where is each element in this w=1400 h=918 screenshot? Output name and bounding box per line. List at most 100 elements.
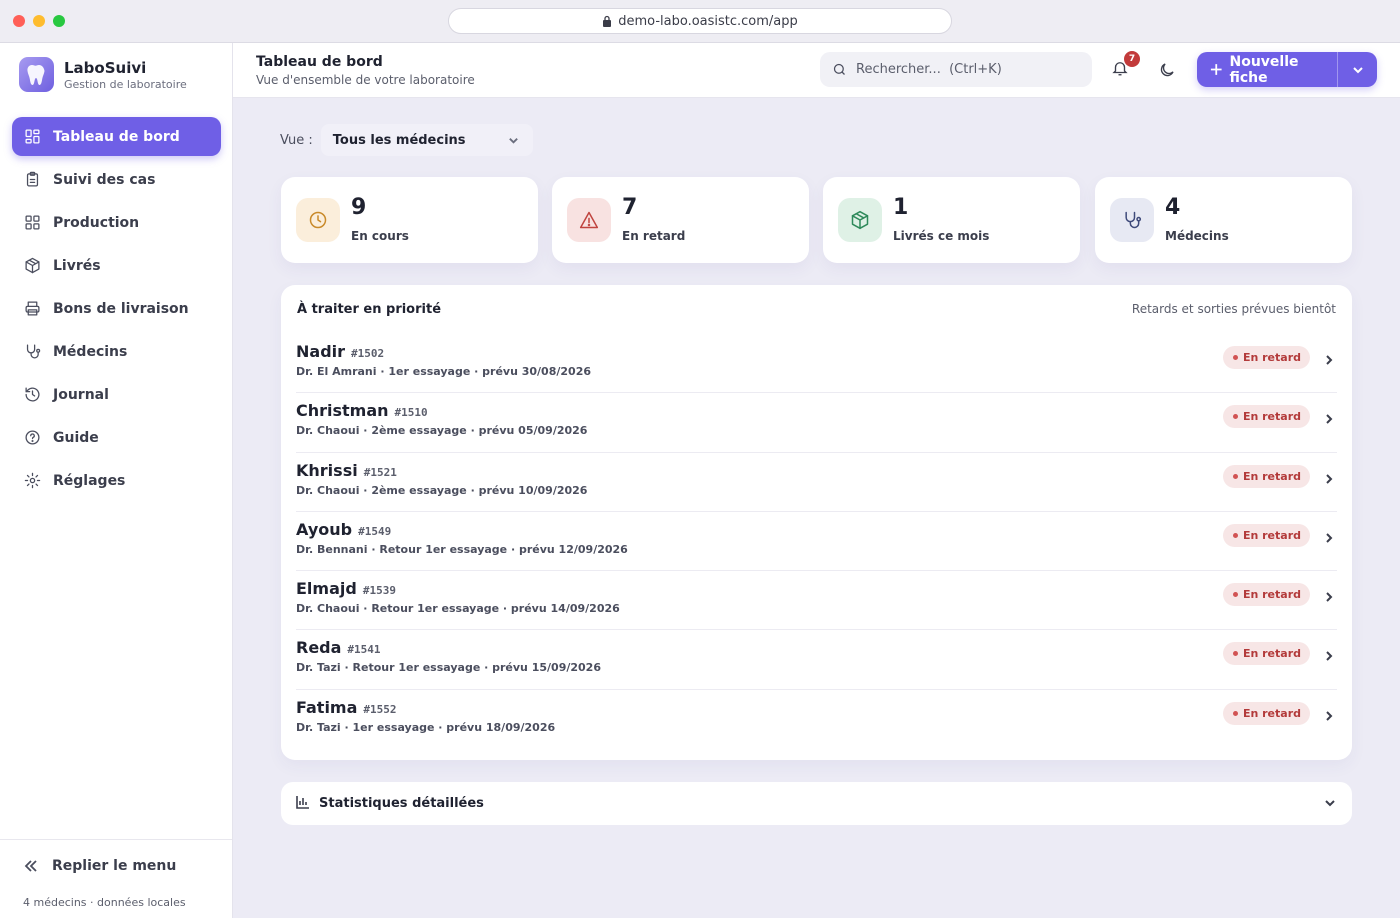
patient-name: Khrissi	[296, 460, 358, 480]
case-id: #1502	[351, 347, 385, 360]
sidebar-item-bons-de-livraison[interactable]: Bons de livraison	[12, 289, 221, 328]
sidebar-item-label: Réglages	[53, 472, 126, 489]
doctor-view-select[interactable]: Tous les médecins	[320, 124, 533, 156]
stethoscope-icon	[26, 344, 41, 359]
sidebar-item-label: Journal	[53, 386, 109, 403]
chevron-right-icon	[1323, 351, 1335, 370]
brand[interactable]: LaboSuivi Gestion de laboratoire	[19, 57, 187, 92]
warning-icon	[579, 211, 599, 229]
sidebar-item-tableau-de-bord[interactable]: Tableau de bord	[12, 117, 221, 156]
browser-chrome: demo-labo.oasistc.com/app	[0, 0, 1400, 43]
case-row[interactable]: Reda #1541 Dr. Tazi · Retour 1er essayage…	[296, 630, 1337, 690]
maximize-window-button[interactable]	[53, 15, 65, 27]
topbar: Tableau de bord Vue d'ensemble de votre …	[233, 43, 1400, 98]
sidebar: LaboSuivi Gestion de laboratoire Tableau…	[0, 43, 233, 918]
sidebar-item-production[interactable]: Production	[12, 203, 221, 242]
sidebar-item-label: Guide	[53, 429, 99, 446]
status-badge: En retard	[1222, 701, 1310, 725]
chevron-right-icon	[1323, 588, 1335, 607]
sidebar-item-suivi-des-cas[interactable]: Suivi des cas	[12, 160, 221, 199]
status-badge: En retard	[1222, 464, 1310, 488]
sidebar-item-medecins[interactable]: Médecins	[12, 332, 221, 371]
patient-name: Ayoub	[296, 519, 353, 539]
clock-icon	[309, 211, 327, 229]
sidebar-item-journal[interactable]: Journal	[12, 375, 221, 414]
case-row[interactable]: Khrissi #1521 Dr. Chaoui · 2ème essayage …	[296, 453, 1337, 512]
stat-value: 9	[351, 195, 367, 220]
view-selected-value: Tous les médecins	[332, 132, 466, 148]
patient-name: Elmajd	[296, 579, 357, 599]
lock-icon	[603, 15, 612, 27]
case-id: #1521	[363, 465, 397, 479]
history-icon	[25, 387, 40, 402]
sidebar-item-guide[interactable]: Guide	[12, 418, 221, 457]
stat-card-medecins[interactable]: 4 Médecins	[1095, 177, 1352, 263]
plus-icon	[1210, 64, 1222, 75]
search-input[interactable]	[856, 62, 1076, 77]
new-record-label: Nouvelle fiche	[1229, 53, 1299, 86]
chevrons-left-icon	[24, 860, 37, 872]
address-bar[interactable]: demo-labo.oasistc.com/app	[448, 8, 952, 34]
stat-card-livres-ce-mois[interactable]: 1 Livrés ce mois	[823, 177, 1080, 263]
detailed-stats-toggle[interactable]: Statistiques détaillées	[281, 782, 1352, 825]
sidebar-item-label: Médecins	[53, 343, 128, 360]
case-row[interactable]: Ayoub #1549 Dr. Bennani · Retour 1er essa…	[296, 512, 1337, 572]
priority-panel: À traiter en priorité Retards et sorties…	[281, 285, 1352, 760]
patient-name: Christman	[296, 401, 389, 421]
stat-label: Médecins	[1165, 229, 1229, 243]
stat-card-en-retard[interactable]: 7 En retard	[552, 177, 809, 263]
chevron-right-icon	[1323, 410, 1335, 429]
case-id: #1541	[347, 643, 381, 657]
sidebar-item-label: Livrés	[53, 257, 101, 274]
help-icon	[25, 430, 40, 445]
close-window-button[interactable]	[13, 15, 25, 27]
priority-title: À traiter en priorité	[297, 302, 442, 317]
case-detail: Dr. Tazi · Retour 1er essayage · prévu 1…	[296, 661, 601, 675]
case-id: #1539	[362, 584, 396, 598]
view-filter: Vue : Tous les médecins	[280, 124, 533, 156]
moon-icon	[1160, 63, 1174, 77]
minimize-window-button[interactable]	[33, 15, 45, 27]
package-icon	[851, 210, 869, 230]
new-record-button[interactable]: Nouvelle fiche	[1197, 52, 1337, 87]
case-row[interactable]: Christman #1510 Dr. Chaoui · 2ème essayag…	[296, 393, 1337, 453]
case-row[interactable]: Elmajd #1539 Dr. Chaoui · Retour 1er essa…	[296, 571, 1337, 631]
theme-toggle-button[interactable]	[1158, 61, 1176, 83]
brand-name: LaboSuivi	[64, 58, 147, 77]
status-badge: En retard	[1222, 405, 1310, 429]
new-record-button-group: Nouvelle fiche	[1197, 52, 1377, 87]
stat-value: 4	[1165, 195, 1181, 220]
stat-icon-bg	[1110, 198, 1154, 242]
stethoscope-icon	[1125, 211, 1142, 229]
bar-chart-icon	[296, 795, 310, 813]
stat-value: 1	[893, 195, 909, 220]
case-row[interactable]: Fatima #1552 Dr. Tazi · 1er essayage · pr…	[296, 690, 1337, 749]
printer-icon	[25, 301, 40, 316]
notification-count-badge: 7	[1124, 51, 1140, 67]
sidebar-item-reglages[interactable]: Réglages	[12, 461, 221, 500]
chevron-right-icon	[1323, 470, 1335, 489]
grid-icon	[25, 215, 40, 230]
sidebar-nav: Tableau de bord Suivi des cas Production…	[12, 117, 221, 504]
sidebar-footer: Replier le menu 4 médecins · données loc…	[0, 839, 232, 909]
sidebar-item-label: Production	[53, 214, 140, 231]
sidebar-footer-text: 4 médecins · données locales	[23, 896, 186, 909]
new-record-dropdown-button[interactable]	[1338, 52, 1377, 87]
stat-label: En cours	[351, 229, 409, 243]
brand-subtitle: Gestion de laboratoire	[64, 77, 187, 91]
sidebar-item-label: Tableau de bord	[53, 128, 180, 145]
sidebar-item-label: Suivi des cas	[53, 171, 156, 188]
page-title: Tableau de bord	[256, 54, 383, 70]
chevron-down-icon	[508, 137, 518, 144]
case-id: #1549	[358, 524, 392, 538]
status-badge: En retard	[1222, 583, 1310, 607]
sidebar-item-livres[interactable]: Livrés	[12, 246, 221, 285]
case-row[interactable]: Nadir #1502 Dr. El Amrani · 1er essayage …	[296, 334, 1337, 394]
chevron-down-icon	[1352, 66, 1363, 73]
case-id: #1510	[394, 406, 428, 420]
status-badge: En retard	[1222, 642, 1310, 666]
case-id: #1552	[363, 702, 397, 716]
stat-card-en-cours[interactable]: 9 En cours	[281, 177, 538, 263]
clipboard-icon	[26, 171, 39, 187]
collapse-menu-button[interactable]: Replier le menu	[24, 858, 176, 874]
